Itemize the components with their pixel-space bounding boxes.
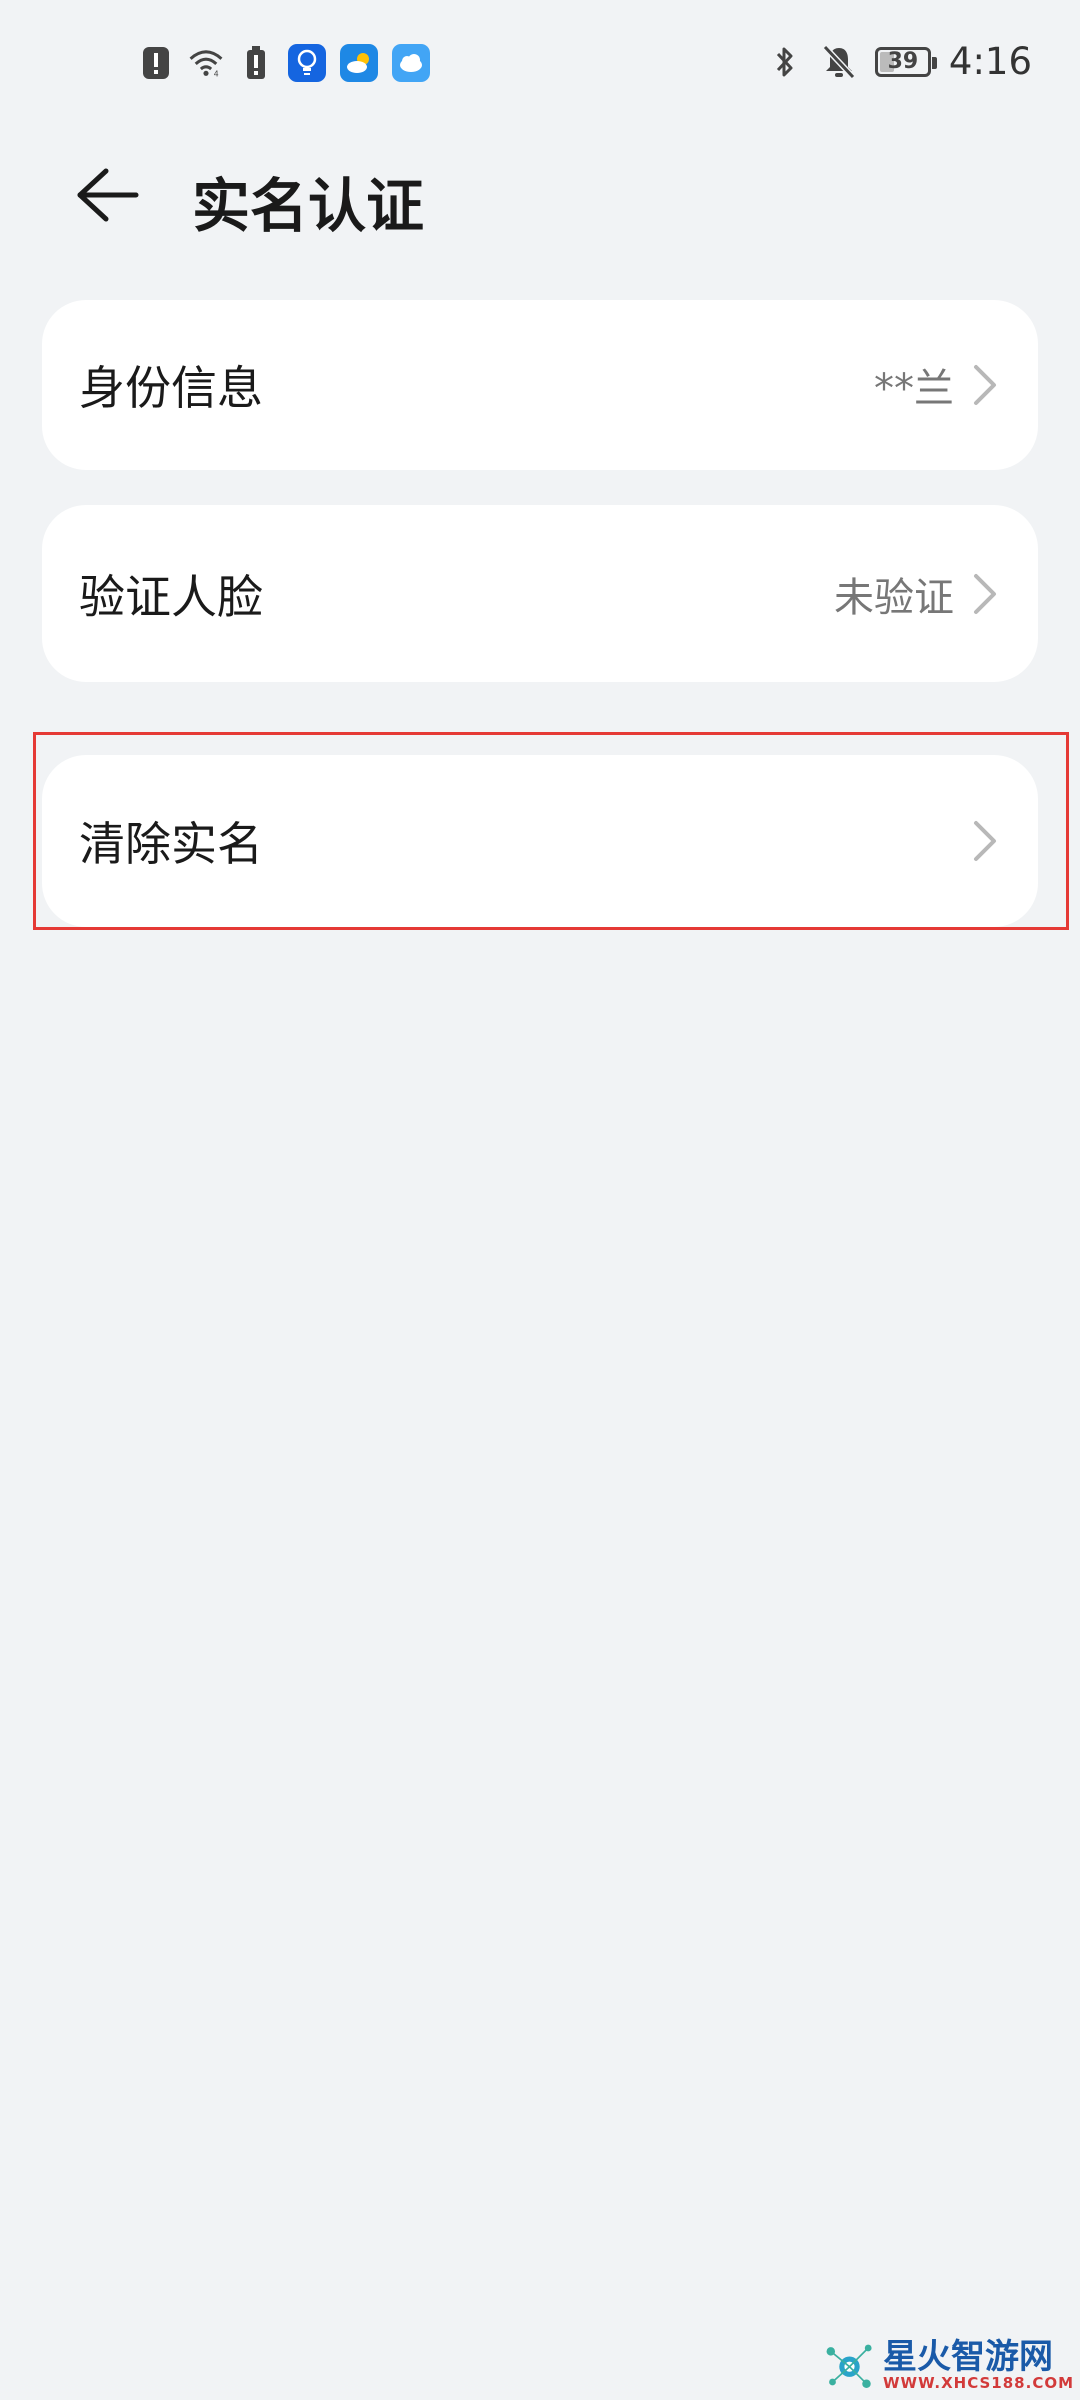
status-bar-right: 39 4:16 — [767, 40, 1032, 83]
item-value: **兰 — [874, 366, 954, 412]
identity-info-item[interactable]: 身份信息 **兰 — [42, 300, 1038, 470]
status-time: 4:16 — [948, 40, 1032, 83]
face-verify-item[interactable]: 验证人脸 未验证 — [42, 505, 1038, 682]
alert-icon — [138, 45, 174, 81]
battery-level: 39 — [887, 49, 919, 74]
item-label: 身份信息 — [79, 361, 263, 415]
chevron-right-icon — [974, 365, 996, 405]
item-label: 清除实名 — [79, 817, 263, 871]
weather-app-icon — [340, 44, 378, 82]
svg-text:4: 4 — [214, 70, 219, 79]
battery-icon: 39 — [874, 46, 937, 77]
page: 4 39 4:16 实名认证 身份信息 **兰 验证人脸 未验证 清除实名 星火… — [0, 0, 1080, 2400]
clear-real-name-item[interactable]: 清除实名 — [42, 755, 1038, 927]
bulb-app-icon — [288, 44, 326, 82]
watermark-logo-icon — [826, 2344, 872, 2388]
back-arrow-icon — [77, 168, 139, 222]
chevron-right-icon — [974, 821, 996, 861]
chevron-right-icon — [974, 573, 996, 614]
item-label: 验证人脸 — [79, 569, 263, 624]
cloud-app-icon — [392, 44, 430, 82]
battery-alert-icon — [238, 45, 274, 81]
watermark-text: 星火智游网 WWW.XHCS188.COM — [883, 2340, 1074, 2391]
back-button[interactable] — [72, 165, 142, 225]
watermark: 星火智游网 WWW.XHCS188.COM — [824, 2334, 1074, 2396]
page-title: 实名认证 — [192, 172, 425, 240]
item-value: 未验证 — [834, 574, 954, 621]
app-header: 实名认证 — [0, 145, 1080, 245]
wifi-icon: 4 — [188, 45, 224, 81]
status-bar-left: 4 — [138, 44, 430, 82]
status-bar: 4 39 4:16 — [0, 0, 1080, 130]
watermark-url: WWW.XHCS188.COM — [882, 2373, 1074, 2392]
watermark-brand: 星火智游网 — [882, 2336, 1053, 2377]
bell-muted-icon — [821, 44, 857, 80]
bluetooth-icon — [767, 44, 803, 80]
